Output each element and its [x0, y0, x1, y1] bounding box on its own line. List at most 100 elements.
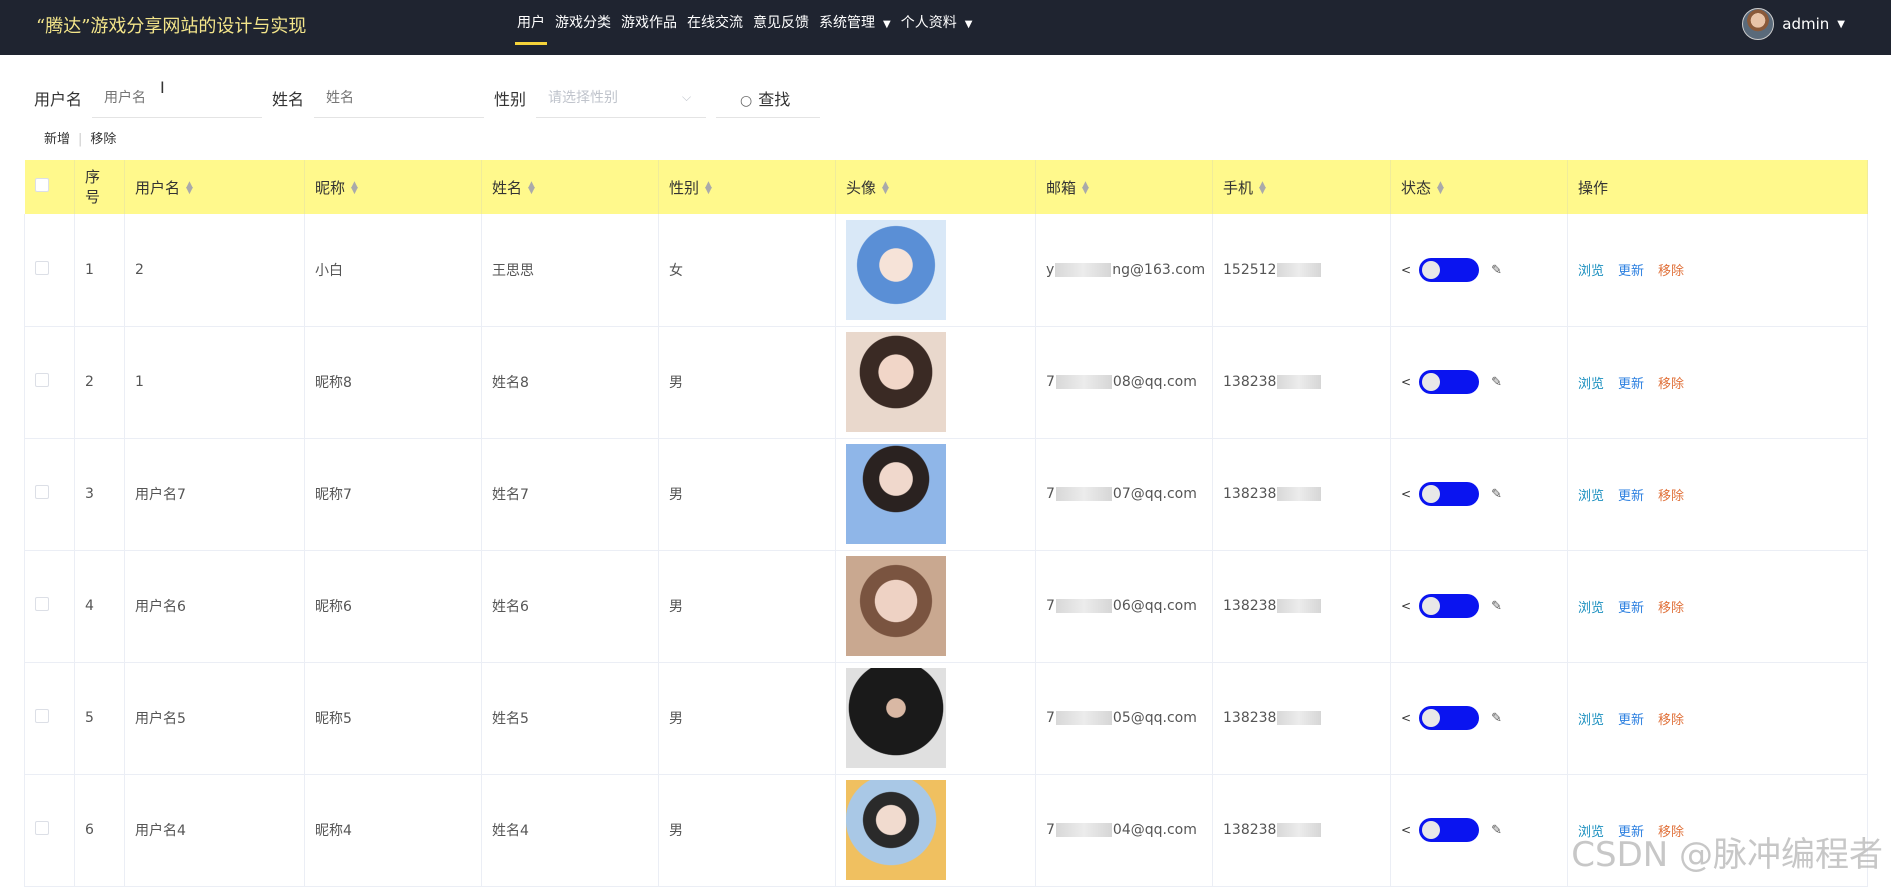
sort-icon[interactable]: ▲ ▼: [1437, 181, 1444, 196]
sort-icon[interactable]: ▲ ▼: [528, 181, 535, 196]
remove-row-button[interactable]: 移除: [1658, 377, 1684, 392]
share-icon[interactable]: <: [1401, 823, 1411, 837]
avatar-image[interactable]: [846, 219, 946, 320]
column-header-gender[interactable]: 性别 ▲ ▼: [658, 160, 836, 214]
site-title[interactable]: “腾达”游戏分享网站的设计与实现: [36, 12, 306, 38]
avatar-image[interactable]: [846, 556, 946, 656]
share-icon[interactable]: <: [1401, 487, 1411, 501]
status-toggle[interactable]: [1419, 818, 1480, 842]
column-header-phone[interactable]: 手机 ▲ ▼: [1212, 160, 1391, 214]
cell-name: 姓名5: [481, 662, 659, 775]
view-button[interactable]: 浏览: [1578, 377, 1604, 392]
view-button[interactable]: 浏览: [1578, 713, 1604, 728]
nav-item-game-works[interactable]: 游戏作品: [619, 0, 679, 55]
cell-status: < ✎: [1390, 214, 1568, 327]
cell-status: < ✎: [1390, 326, 1568, 439]
redaction-mask: [1055, 487, 1112, 501]
search-button[interactable]: ○ 查找: [716, 78, 820, 118]
cell-gender: 男: [658, 438, 836, 551]
column-header-nickname[interactable]: 昵称 ▲ ▼: [304, 160, 482, 214]
view-button[interactable]: 浏览: [1578, 489, 1604, 504]
cell-email: 7 05@qq.com: [1035, 662, 1213, 775]
redaction-mask: [1277, 262, 1322, 277]
column-header-avatar[interactable]: 头像 ▲ ▼: [835, 160, 1036, 214]
share-icon[interactable]: <: [1401, 711, 1411, 725]
cell-operations: 浏览 更新 移除: [1567, 438, 1868, 551]
avatar: [1742, 8, 1775, 40]
remove-button[interactable]: 移除: [90, 132, 116, 147]
name-input[interactable]: [314, 78, 484, 118]
row-select-cell: [24, 326, 75, 439]
sort-icon[interactable]: ▲ ▼: [186, 181, 193, 196]
edit-icon[interactable]: ✎: [1491, 487, 1502, 502]
column-header-username[interactable]: 用户名 ▲ ▼: [124, 160, 305, 214]
avatar-image[interactable]: [846, 780, 946, 880]
nav-item-game-categories[interactable]: 游戏分类: [553, 0, 613, 55]
cell-email: 7 07@qq.com: [1035, 438, 1213, 551]
row-checkbox[interactable]: [35, 260, 49, 275]
remove-row-button[interactable]: 移除: [1658, 713, 1684, 728]
nav-item-feedback[interactable]: 意见反馈: [751, 0, 811, 55]
cell-no: 6: [74, 774, 125, 887]
cell-operations: 浏览 更新 移除: [1567, 326, 1868, 439]
update-button[interactable]: 更新: [1618, 264, 1644, 279]
row-select-cell: [24, 214, 75, 327]
avatar-image[interactable]: [846, 332, 946, 432]
remove-row-button[interactable]: 移除: [1658, 601, 1684, 616]
remove-row-button[interactable]: 移除: [1658, 264, 1684, 279]
nav-item-system-management[interactable]: 系统管理 ▼: [817, 0, 893, 55]
nav-item-online-chat[interactable]: 在线交流: [685, 0, 745, 55]
update-button[interactable]: 更新: [1618, 601, 1644, 616]
avatar-image[interactable]: [846, 668, 946, 768]
update-button[interactable]: 更新: [1618, 489, 1644, 504]
status-toggle[interactable]: [1419, 257, 1480, 282]
avatar-image[interactable]: [846, 444, 946, 544]
status-toggle[interactable]: [1419, 370, 1480, 394]
edit-icon[interactable]: ✎: [1491, 375, 1502, 390]
update-button[interactable]: 更新: [1618, 713, 1644, 728]
view-button[interactable]: 浏览: [1578, 601, 1604, 616]
gender-select[interactable]: 请选择性别: [536, 78, 706, 118]
select-all-checkbox[interactable]: [34, 178, 49, 192]
edit-icon[interactable]: ✎: [1491, 711, 1502, 726]
redaction-mask: [1277, 599, 1322, 613]
cell-username: 1: [124, 326, 305, 439]
status-toggle[interactable]: [1419, 594, 1480, 618]
view-button[interactable]: 浏览: [1578, 264, 1604, 279]
row-checkbox[interactable]: [35, 373, 49, 387]
remove-row-button[interactable]: 移除: [1658, 489, 1684, 504]
update-button[interactable]: 更新: [1618, 377, 1644, 392]
cell-email: 7 08@qq.com: [1035, 326, 1213, 439]
sort-icon[interactable]: ▲ ▼: [351, 181, 358, 196]
row-checkbox[interactable]: [35, 709, 49, 723]
share-icon[interactable]: <: [1401, 599, 1411, 613]
status-toggle[interactable]: [1419, 706, 1480, 730]
cell-avatar: [835, 326, 1036, 439]
status-toggle[interactable]: [1419, 482, 1480, 506]
cell-nickname: 昵称8: [304, 326, 482, 439]
search-icon: ○: [740, 92, 753, 109]
edit-icon[interactable]: ✎: [1491, 823, 1502, 838]
column-header-email[interactable]: 邮箱 ▲ ▼: [1035, 160, 1213, 214]
column-header-status[interactable]: 状态 ▲ ▼: [1390, 160, 1568, 214]
row-checkbox[interactable]: [35, 485, 49, 499]
edit-icon[interactable]: ✎: [1491, 263, 1502, 278]
row-checkbox[interactable]: [35, 821, 49, 835]
sort-icon[interactable]: ▲ ▼: [1259, 181, 1266, 196]
sort-icon[interactable]: ▲ ▼: [882, 181, 889, 196]
nav-item-profile[interactable]: 个人资料 ▼: [899, 0, 975, 55]
add-button[interactable]: 新增: [44, 132, 70, 147]
edit-icon[interactable]: ✎: [1491, 599, 1502, 614]
share-icon[interactable]: <: [1401, 375, 1411, 389]
nav-item-users[interactable]: 用户: [515, 0, 547, 55]
row-checkbox[interactable]: [35, 597, 49, 611]
divider: |: [78, 132, 83, 147]
cell-username: 用户名5: [124, 662, 305, 775]
sort-icon[interactable]: ▲ ▼: [1082, 181, 1089, 196]
share-icon[interactable]: <: [1401, 263, 1411, 277]
sort-icon[interactable]: ▲ ▼: [705, 181, 712, 196]
user-menu[interactable]: admin ▼: [1742, 8, 1845, 40]
cell-nickname: 昵称4: [304, 774, 482, 887]
username-input[interactable]: [92, 78, 262, 118]
column-header-name[interactable]: 姓名 ▲ ▼: [481, 160, 659, 214]
